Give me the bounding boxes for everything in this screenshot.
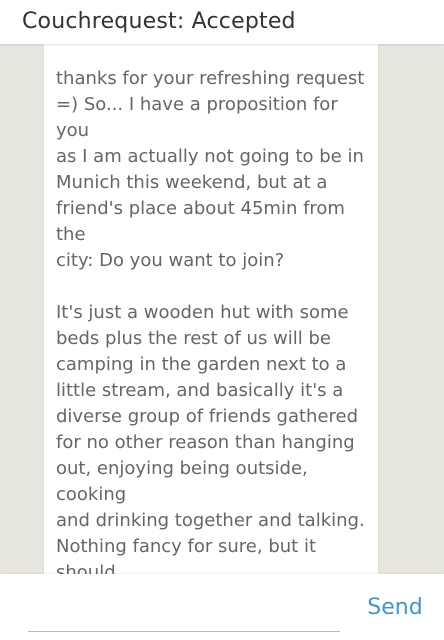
compose-bar: Send — [0, 574, 444, 640]
conversation-area[interactable]: thanks for your refreshing request =) So… — [0, 44, 444, 574]
message-body: thanks for your refreshing request =) So… — [56, 66, 372, 574]
message-paragraph: It's just a wooden hut with some beds pl… — [56, 302, 365, 574]
message-card: thanks for your refreshing request =) So… — [44, 44, 378, 574]
send-button[interactable]: Send — [364, 590, 426, 626]
reply-input[interactable] — [28, 588, 340, 632]
message-paragraph: thanks for your refreshing request =) So… — [56, 68, 365, 271]
page-title: Couchrequest: Accepted — [22, 9, 296, 34]
title-bar: Couchrequest: Accepted — [0, 0, 444, 44]
